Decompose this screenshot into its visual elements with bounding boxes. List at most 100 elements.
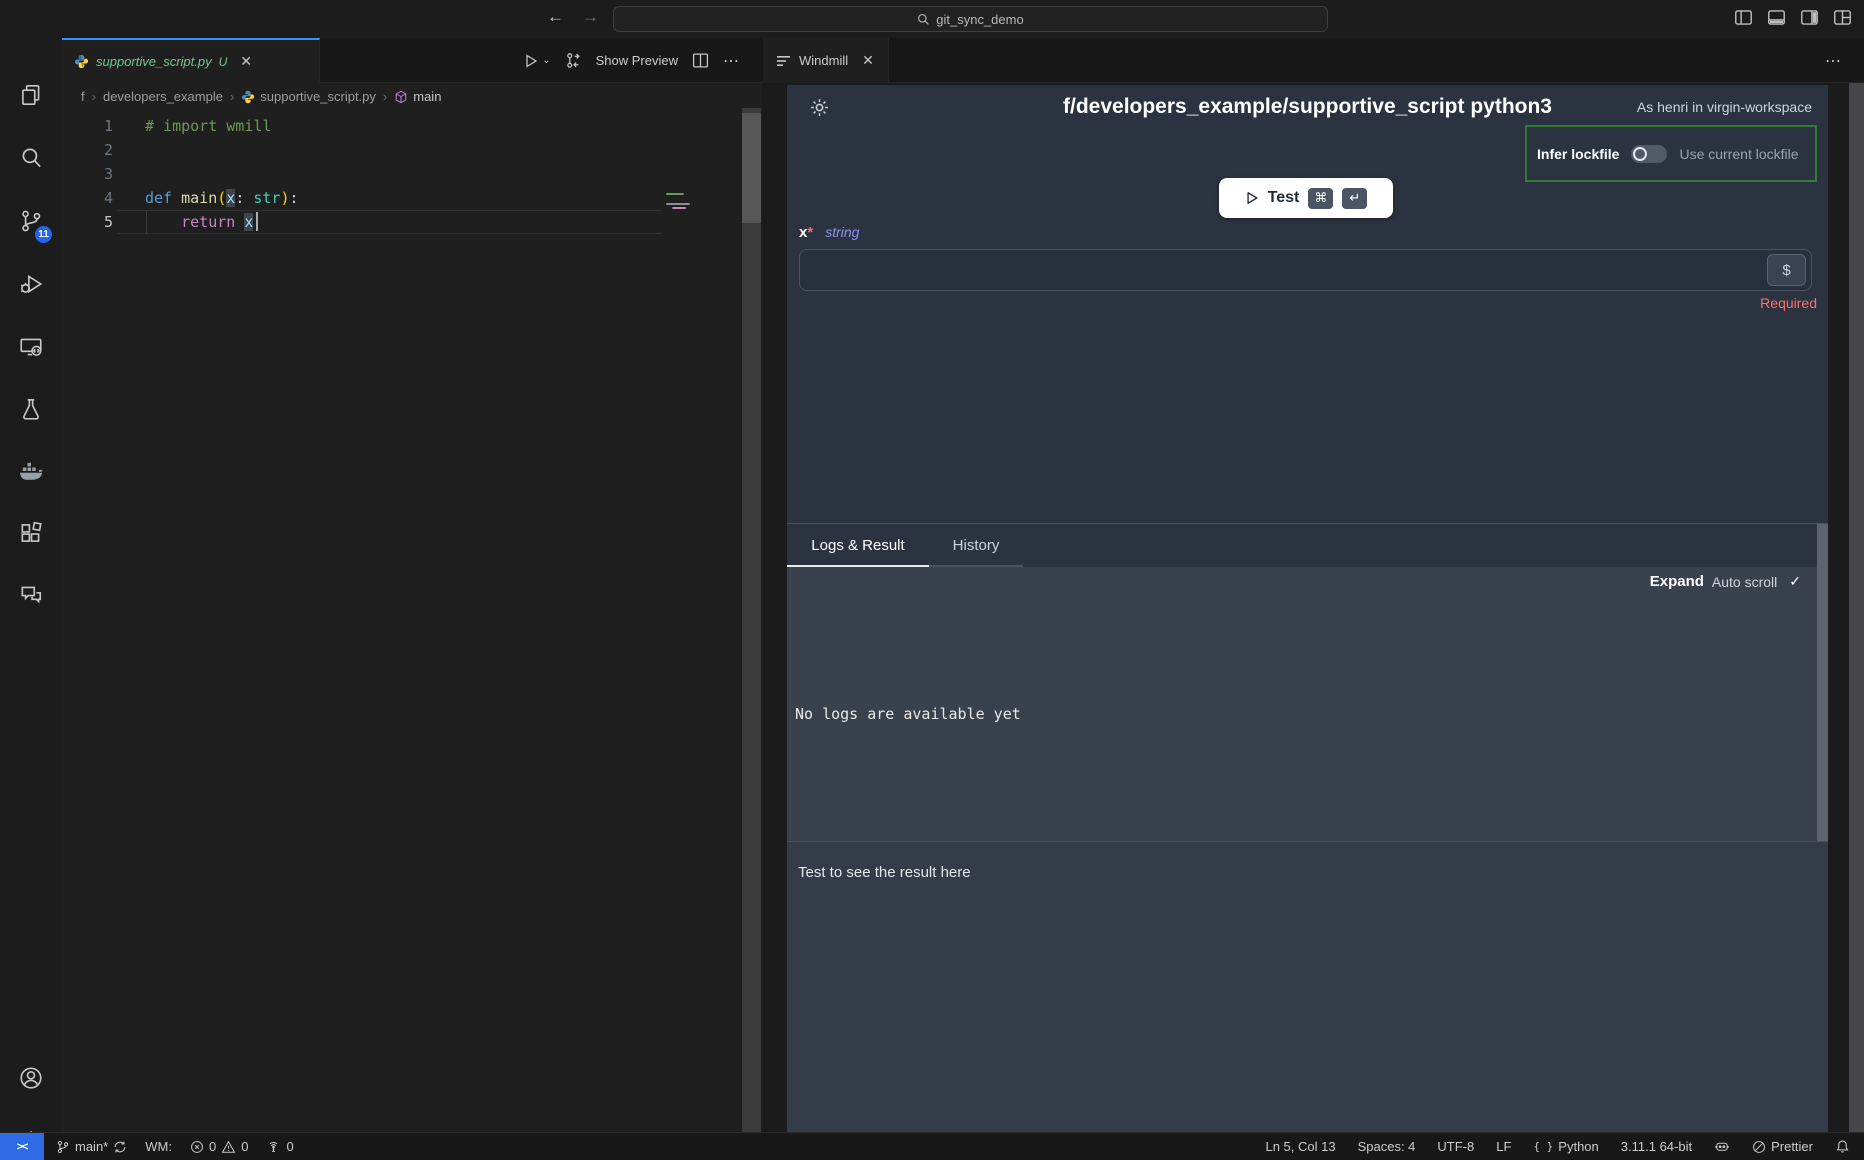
encoding[interactable]: UTF-8 bbox=[1437, 1139, 1474, 1154]
sidebar-item-testing[interactable] bbox=[0, 385, 62, 433]
breadcrumb-symbol-main[interactable]: main bbox=[394, 89, 441, 104]
circle-slash-icon bbox=[1752, 1140, 1766, 1154]
line-number: 4 bbox=[62, 186, 113, 210]
tab-label: supportive_script.py bbox=[96, 54, 212, 69]
eol[interactable]: LF bbox=[1496, 1139, 1511, 1154]
result-placeholder: Test to see the result here bbox=[798, 864, 971, 881]
formatter-status[interactable]: Prettier bbox=[1752, 1139, 1813, 1154]
variable-picker-button[interactable]: $ bbox=[1767, 254, 1806, 286]
arg-type: string bbox=[825, 224, 859, 240]
source-control-badge: 11 bbox=[35, 226, 52, 243]
sidebar-item-run-debug[interactable] bbox=[0, 260, 62, 308]
result-section: Test to see the result here bbox=[787, 841, 1828, 1132]
required-hint: Required bbox=[1760, 295, 1817, 311]
search-icon bbox=[917, 13, 930, 26]
activity-bar: 11 ⚙ bbox=[0, 38, 62, 1132]
logs-tab-bar: Logs & Result History bbox=[787, 524, 1828, 567]
line-number: 2 bbox=[62, 138, 113, 162]
breadcrumb: f › developers_example › supportive_scri… bbox=[81, 83, 741, 110]
copilot-robot-icon[interactable] bbox=[1714, 1139, 1730, 1154]
split-editor-icon[interactable] bbox=[692, 52, 709, 69]
account-icon[interactable] bbox=[0, 1054, 62, 1102]
editor-more-actions-icon[interactable]: ⋯ bbox=[723, 51, 740, 71]
sidebar-item-source-control[interactable]: 11 bbox=[0, 197, 62, 245]
problems-status[interactable]: 0 0 bbox=[190, 1139, 248, 1154]
indentation[interactable]: Spaces: 4 bbox=[1358, 1139, 1416, 1154]
toggle-sidebar-icon[interactable] bbox=[1734, 8, 1753, 27]
breadcrumb-folder-f[interactable]: f bbox=[81, 89, 85, 104]
python-interpreter[interactable]: 3.11.1 64-bit bbox=[1621, 1139, 1692, 1154]
remote-indicator[interactable]: >< bbox=[0, 1133, 44, 1160]
panel-more-actions-icon[interactable]: ⋯ bbox=[1825, 51, 1842, 71]
customize-layout-icon[interactable] bbox=[1833, 8, 1852, 27]
run-dropdown-icon[interactable]: ⌄ bbox=[542, 55, 550, 66]
enter-keycap: ↵ bbox=[1342, 188, 1367, 209]
check-icon[interactable]: ✓ bbox=[1789, 573, 1801, 590]
windmill-status[interactable]: WM: bbox=[145, 1139, 172, 1154]
nav-forward-icon[interactable]: → bbox=[582, 7, 599, 27]
show-preview-button[interactable]: Show Preview bbox=[596, 53, 678, 68]
tab-windmill[interactable]: Windmill ✕ bbox=[763, 38, 889, 83]
notifications-bell-icon[interactable] bbox=[1835, 1139, 1850, 1154]
warning-icon bbox=[221, 1140, 236, 1154]
line-number-active: 5 bbox=[62, 210, 113, 234]
git-branch-status[interactable]: main* bbox=[56, 1139, 127, 1154]
editor-group: supportive_script.py U ✕ ⌄ Show Preview … bbox=[62, 38, 762, 1132]
tab-history[interactable]: History bbox=[929, 524, 1023, 567]
tab-close-icon[interactable]: ✕ bbox=[862, 52, 874, 69]
test-button[interactable]: Test ⌘ ↵ bbox=[1219, 178, 1393, 218]
symbol-method-cube-icon bbox=[394, 90, 408, 104]
python-file-icon bbox=[74, 54, 89, 69]
language-mode[interactable]: { } Python bbox=[1533, 1139, 1598, 1154]
lockfile-toggle[interactable] bbox=[1631, 145, 1667, 163]
text-cursor bbox=[256, 212, 258, 231]
toggle-secondary-sidebar-icon[interactable] bbox=[1800, 8, 1819, 27]
minimap[interactable] bbox=[664, 190, 694, 250]
sidebar-item-docker[interactable] bbox=[0, 447, 62, 495]
sync-icon bbox=[113, 1140, 127, 1154]
sidebar-item-remote-explorer[interactable] bbox=[0, 323, 62, 371]
status-bar: >< main* WM: 0 0 0 Ln 5, Col 13 Spaces: … bbox=[0, 1132, 1864, 1160]
line-number: 1 bbox=[62, 114, 113, 138]
sidebar-item-comments[interactable] bbox=[0, 571, 62, 619]
no-logs-message: No logs are available yet bbox=[795, 705, 1021, 723]
tab-logs-result[interactable]: Logs & Result bbox=[787, 524, 929, 567]
code-line-5: return x bbox=[145, 210, 253, 234]
sidebar-item-extensions[interactable] bbox=[0, 509, 62, 557]
sidebar-item-explorer[interactable] bbox=[0, 71, 62, 119]
editor-tab-bar: supportive_script.py U ✕ ⌄ Show Preview … bbox=[62, 38, 762, 83]
webview-list-icon bbox=[777, 55, 791, 67]
logs-section: Expand Auto scroll ✓ No logs are availab… bbox=[787, 567, 1828, 841]
code-line-4: def main(x: str): bbox=[145, 186, 299, 210]
nav-back-icon[interactable]: ← bbox=[547, 7, 564, 27]
open-changes-icon[interactable] bbox=[565, 52, 582, 69]
command-center-search[interactable]: git_sync_demo bbox=[613, 6, 1328, 32]
tab-supportive-script[interactable]: supportive_script.py U ✕ bbox=[62, 38, 320, 83]
lockfile-box: Infer lockfile Use current lockfile bbox=[1525, 125, 1817, 182]
title-bar: ← → git_sync_demo bbox=[0, 0, 1864, 38]
arg-x-label: x*string bbox=[799, 224, 859, 241]
forwarded-ports-status[interactable]: 0 bbox=[266, 1139, 293, 1154]
arg-x-input[interactable]: $ bbox=[799, 249, 1812, 291]
required-star: * bbox=[807, 224, 813, 241]
tab-label: Windmill bbox=[799, 53, 848, 68]
expand-button[interactable]: Expand bbox=[1650, 573, 1704, 590]
windmill-webview: f/developers_example/supportive_script p… bbox=[787, 85, 1828, 1132]
auto-scroll-label[interactable]: Auto scroll bbox=[1712, 574, 1777, 590]
radio-tower-icon bbox=[266, 1140, 281, 1154]
tab-close-icon[interactable]: ✕ bbox=[240, 53, 252, 70]
editor-scrollbar-thumb[interactable] bbox=[742, 113, 761, 223]
breadcrumb-file[interactable]: supportive_script.py bbox=[241, 89, 376, 104]
workspace-context: As henri in virgin-workspace bbox=[1637, 99, 1812, 115]
toggle-panel-icon[interactable] bbox=[1767, 8, 1786, 27]
infer-lockfile-label: Infer lockfile bbox=[1537, 146, 1619, 162]
editor-scrollbar-track[interactable] bbox=[742, 108, 761, 1132]
run-python-button[interactable]: ⌄ bbox=[523, 53, 550, 69]
tab-git-status: U bbox=[219, 55, 228, 69]
sidebar-item-search[interactable] bbox=[0, 134, 62, 182]
cmd-keycap: ⌘ bbox=[1308, 188, 1333, 209]
breadcrumb-folder-developers-example[interactable]: developers_example bbox=[103, 89, 223, 104]
webview-scrollbar[interactable] bbox=[1849, 83, 1864, 1132]
vscode-window: ← → git_sync_demo 11 bbox=[0, 0, 1864, 1160]
cursor-position[interactable]: Ln 5, Col 13 bbox=[1265, 1139, 1335, 1154]
